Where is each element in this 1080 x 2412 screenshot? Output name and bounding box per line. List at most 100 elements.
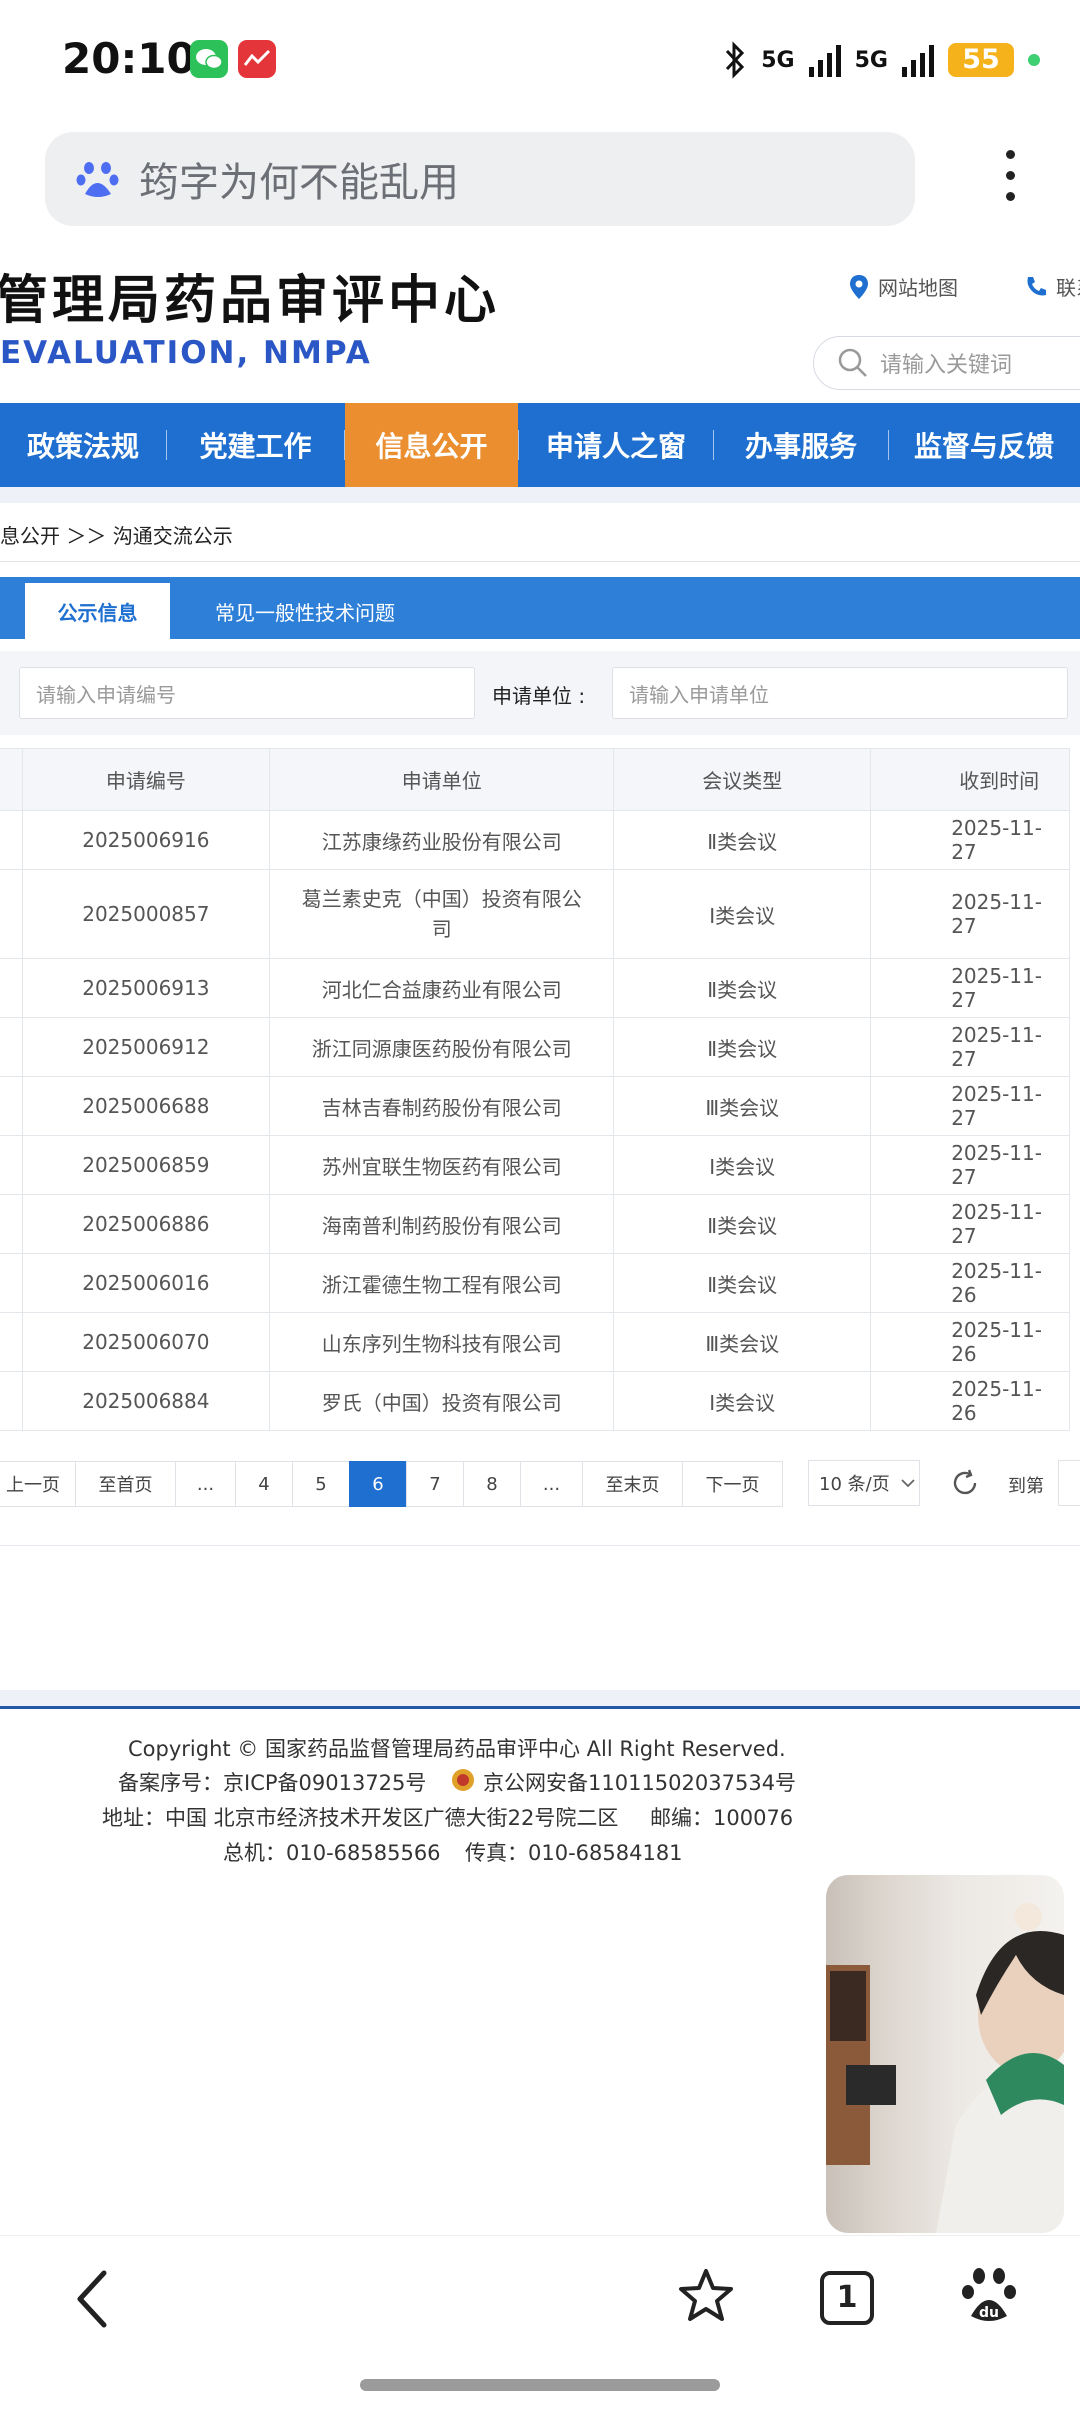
table-row[interactable]: 2025006912 浙江同源康医药股份有限公司 Ⅱ类会议 2025-11-27: [0, 1017, 1070, 1077]
nav-item-policy[interactable]: 政策法规: [0, 403, 166, 487]
table-row[interactable]: 2025006688 吉林吉春制药股份有限公司 Ⅲ类会议 2025-11-27: [0, 1076, 1070, 1136]
table-cell: 2025-11-27: [870, 958, 1070, 1018]
divider: [0, 1545, 1080, 1546]
copyright-text: Copyright © 国家药品监督管理局药品审评中心 All Right Re…: [128, 1737, 786, 1761]
page-button[interactable]: 7: [406, 1461, 464, 1507]
application-unit-input[interactable]: 请输入申请单位: [612, 667, 1068, 719]
table-cell: 2025006016: [21, 1253, 271, 1313]
page-button[interactable]: 8: [463, 1461, 521, 1507]
home-indicator[interactable]: [360, 2379, 720, 2391]
nav-item-service[interactable]: 办事服务: [714, 403, 888, 487]
search-icon: [838, 348, 867, 377]
table-cell: 浙江同源康医药股份有限公司: [269, 1017, 615, 1077]
sitemap-link[interactable]: 网站地图: [848, 272, 958, 301]
app-icon: [238, 40, 276, 78]
table-cell: 河北仁合益康药业有限公司: [269, 958, 615, 1018]
table-cell: 2025006886: [21, 1194, 271, 1254]
contact-link[interactable]: 联系: [1024, 272, 1080, 301]
main-nav: 政策法规 党建工作 信息公开 申请人之窗 办事服务 监督与反馈: [0, 403, 1080, 487]
goto-label: 到第: [1008, 1476, 1044, 1497]
first-page-button[interactable]: 至首页: [75, 1461, 176, 1507]
fax-text: 传真：010-68584181: [465, 1841, 683, 1865]
table-cell: 2025-11-27: [870, 869, 1070, 959]
police-badge-icon: [452, 1769, 474, 1791]
postcode-text: 邮编：100076: [650, 1806, 794, 1830]
next-page-button[interactable]: 下一页: [682, 1461, 783, 1507]
site-subtitle: EVALUATION, NMPA: [0, 335, 372, 371]
goto-page-input[interactable]: [1058, 1460, 1080, 1506]
header-cell: 收到时间: [870, 748, 1070, 811]
prev-page-button[interactable]: 上一页: [0, 1461, 76, 1507]
address-bar[interactable]: 筠字为何不能乱用: [45, 132, 915, 226]
table-cell: 葛兰素史克（中国）投资有限公司: [269, 869, 615, 959]
header-cell: 申请单位: [269, 748, 615, 811]
header-cell-blank: [0, 748, 23, 811]
clock: 20:10: [62, 34, 196, 83]
baidu-icon[interactable]: du: [961, 2264, 1017, 2326]
table-cell: [0, 1312, 23, 1372]
table-row[interactable]: 2025006913 河北仁合益康药业有限公司 Ⅱ类会议 2025-11-27: [0, 958, 1070, 1018]
police-record-link[interactable]: 京公网安备11011502037534号: [483, 1767, 796, 1797]
page-size-select[interactable]: 10 条/页: [808, 1460, 920, 1506]
table-row[interactable]: 2025006886 海南普利制药股份有限公司 Ⅱ类会议 2025-11-27: [0, 1194, 1070, 1254]
table-row[interactable]: 2025006916 江苏康缘药业股份有限公司 Ⅱ类会议 2025-11-27: [0, 810, 1070, 870]
page-button[interactable]: 4: [235, 1461, 293, 1507]
table-cell: 2025-11-26: [870, 1312, 1070, 1372]
signal1-bars-icon: [808, 43, 841, 77]
site-search-input[interactable]: 请输入关键词: [813, 336, 1080, 390]
table-cell: 2025-11-27: [870, 1076, 1070, 1136]
battery-indicator: 55: [948, 43, 1014, 77]
table-cell: 2025-11-27: [870, 1194, 1070, 1254]
last-page-button[interactable]: 至末页: [582, 1461, 683, 1507]
application-code-input[interactable]: 请输入申请编号: [19, 667, 475, 719]
table-cell: 2025000857: [21, 869, 271, 959]
nav-item-info[interactable]: 信息公开: [345, 403, 518, 487]
table-cell: 罗氏（中国）投资有限公司: [269, 1371, 615, 1431]
back-icon[interactable]: [70, 2267, 114, 2331]
sitemap-label: 网站地图: [878, 276, 958, 300]
table-cell: 2025006916: [21, 810, 271, 870]
tab-public-info[interactable]: 公示信息: [25, 583, 170, 639]
table-cell: Ⅰ类会议: [613, 1371, 872, 1431]
phone-text: 总机：010-68585566: [223, 1841, 441, 1865]
pagination: 上一页 至首页 ... 4 5 6 7 8 ... 至末页 下一页: [0, 1460, 783, 1508]
table-cell: 2025-11-27: [870, 1017, 1070, 1077]
wechat-icon: [190, 40, 228, 78]
tabs-icon[interactable]: 1: [820, 2271, 874, 2325]
nav-item-applicant[interactable]: 申请人之窗: [519, 403, 713, 487]
table-row[interactable]: 2025000857 葛兰素史克（中国）投资有限公司 Ⅰ类会议 2025-11-27: [0, 869, 1070, 959]
table-row[interactable]: 2025006070 山东序列生物科技有限公司 Ⅲ类会议 2025-11-26: [0, 1312, 1070, 1372]
tab-faq[interactable]: 常见一般性技术问题: [215, 583, 395, 639]
ellipsis-button[interactable]: ...: [175, 1461, 236, 1507]
status-right: 5G 5G 55: [723, 38, 1040, 82]
tab-count: 1: [836, 2280, 858, 2315]
divider: [0, 561, 1080, 562]
signal2-bars-icon: [902, 43, 934, 77]
table-cell: [0, 869, 23, 959]
table-cell: 2025006070: [21, 1312, 271, 1372]
table-cell: 江苏康缘药业股份有限公司: [269, 810, 615, 870]
search-placeholder: 请输入关键词: [880, 353, 1013, 378]
table-row[interactable]: 2025006884 罗氏（中国）投资有限公司 Ⅰ类会议 2025-11-26: [0, 1371, 1070, 1431]
table-row[interactable]: 2025006859 苏州宜联生物医药有限公司 Ⅰ类会议 2025-11-27: [0, 1135, 1070, 1195]
page-button[interactable]: 5: [292, 1461, 350, 1507]
current-page-button[interactable]: 6: [349, 1461, 407, 1507]
icp-link[interactable]: 备案序号：京ICP备09013725号: [118, 1767, 426, 1797]
table-row[interactable]: 2025006016 浙江霍德生物工程有限公司 Ⅱ类会议 2025-11-26: [0, 1253, 1070, 1313]
ellipsis-button[interactable]: ...: [520, 1461, 583, 1507]
table-header-row: 申请编号 申请单位 会议类型 收到时间: [0, 748, 1070, 811]
signal1-label: 5G: [761, 47, 795, 73]
page-size-value: 10 条/页: [819, 1474, 890, 1495]
floating-video-window[interactable]: [826, 1875, 1064, 2233]
nav-item-party[interactable]: 党建工作: [167, 403, 344, 487]
header-cell: 会议类型: [613, 748, 872, 811]
refresh-icon[interactable]: [950, 1468, 980, 1498]
table-cell: 2025006688: [21, 1076, 271, 1136]
table-cell: 2025006912: [21, 1017, 271, 1077]
table-cell: 苏州宜联生物医药有限公司: [269, 1135, 615, 1195]
nav-item-feedback[interactable]: 监督与反馈: [889, 403, 1079, 487]
bluetooth-icon: [726, 41, 745, 79]
star-icon[interactable]: [676, 2266, 736, 2326]
privacy-dot-icon: [1028, 54, 1040, 66]
more-vertical-icon[interactable]: [1000, 150, 1020, 206]
